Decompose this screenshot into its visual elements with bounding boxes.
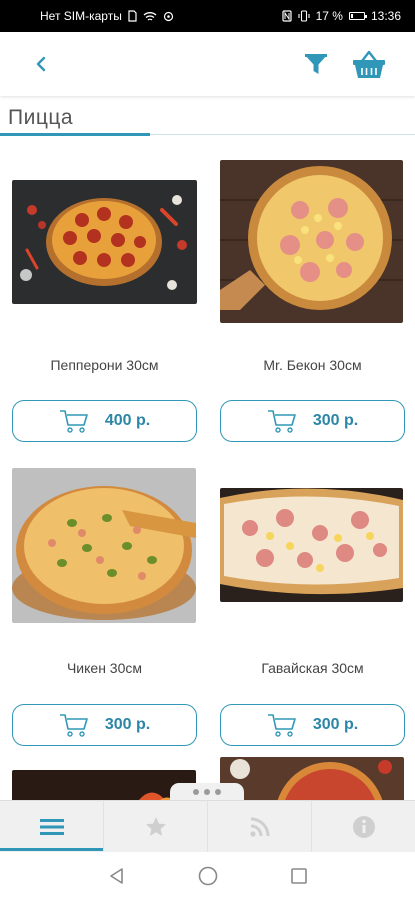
clock-text: 13:36 [370,9,401,23]
product-price: 400 р. [104,412,151,429]
product-price: 300 р. [312,716,359,733]
recents-square-icon[interactable] [289,866,309,886]
cart-icon [59,714,88,737]
product-image-next-left[interactable] [12,770,196,800]
tab-menu[interactable] [0,801,104,852]
wifi-icon [143,11,157,21]
app-bar [0,32,415,96]
basket-button[interactable] [352,48,386,80]
product-name: Чикен 30см [66,660,143,676]
section-title-underline [0,133,150,136]
product-price: 300 р. [104,716,151,733]
add-to-cart-button[interactable]: 300 р. [12,704,197,746]
battery-percent-text: 17 % [315,9,343,23]
chevron-left-icon [36,56,46,72]
product-card[interactable]: Гавайская 30см 300 р. [220,450,405,750]
cart-icon [267,410,296,433]
product-image-mr-bacon[interactable] [220,160,403,323]
basket-icon [353,50,385,78]
rss-icon [249,817,269,837]
product-name: Пепперони 30см [50,357,159,373]
product-card[interactable]: Пепперони 30см 400 р. [12,145,197,445]
vibrate-icon [298,10,310,22]
status-right: 17 % 13:36 [282,9,401,23]
product-image-chicken[interactable] [12,468,196,623]
add-to-cart-button[interactable]: 300 р. [220,400,405,442]
status-left: Нет SIM-карты [40,9,174,23]
tab-news[interactable] [208,801,312,852]
cart-icon [267,714,296,737]
more-dot [215,789,221,795]
more-dot [193,789,199,795]
settings-sync-icon [163,11,173,21]
back-button[interactable] [30,50,54,78]
back-triangle-icon[interactable] [107,866,127,886]
product-name: Гавайская 30см [261,660,364,676]
menu-icon [39,818,64,835]
product-image-hawaiian[interactable] [220,488,403,602]
active-tab-indicator [0,848,103,851]
bottom-tab-bar [0,800,415,852]
tab-favorites[interactable] [104,801,208,852]
carrier-text: Нет SIM-карты [40,9,122,23]
nfc-icon [282,10,292,22]
section-title: Пицца [8,106,74,129]
product-card[interactable]: Mr. Бекон 30см 300 р. [220,145,405,445]
product-grid: Пепперони 30см 400 р. Mr. Бекон 30см 300… [0,145,415,800]
product-name: Mr. Бекон 30см [263,357,362,373]
cart-icon [59,410,88,433]
filter-icon [305,54,327,74]
status-bar: Нет SIM-карты 17 % 13:36 [0,0,415,32]
battery-icon [348,12,367,20]
sim-icon [128,10,137,22]
info-icon [352,815,375,838]
more-dot [204,789,210,795]
add-to-cart-button[interactable]: 400 р. [12,400,197,442]
star-icon [145,816,166,836]
system-nav-bar [0,852,415,900]
more-handle[interactable] [170,783,244,801]
product-price: 300 р. [312,412,359,429]
filter-button[interactable] [302,50,330,78]
product-image-pepperoni[interactable] [12,180,197,304]
product-card[interactable]: Чикен 30см 300 р. [12,450,197,750]
add-to-cart-button[interactable]: 300 р. [220,704,405,746]
tab-info[interactable] [312,801,415,852]
home-circle-icon[interactable] [197,865,219,887]
product-image-next-right[interactable] [220,757,404,800]
